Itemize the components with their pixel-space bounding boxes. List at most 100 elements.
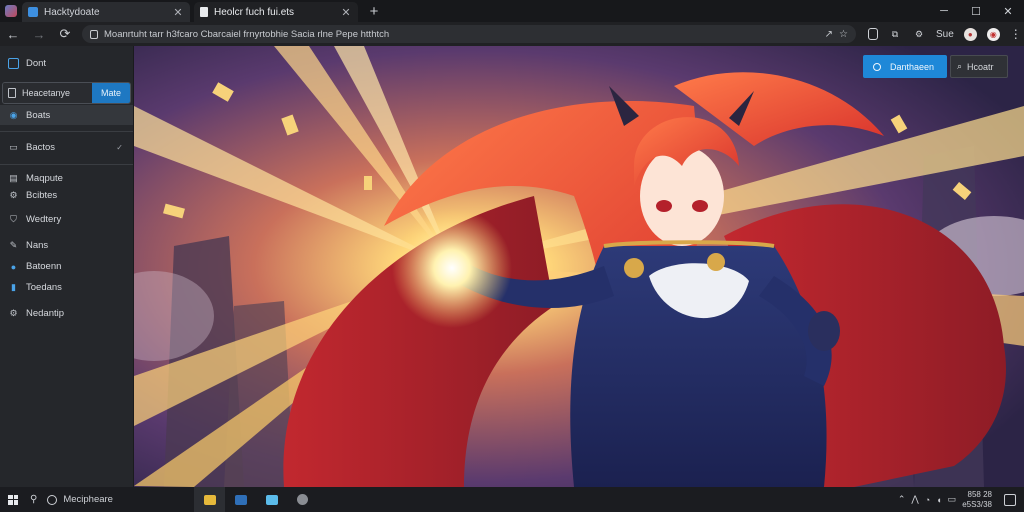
- primary-action-button[interactable]: Danthaeen: [863, 55, 947, 78]
- gold-brooch-right: [707, 253, 725, 271]
- pen-icon: ✎: [9, 240, 18, 250]
- profile-avatar-icon[interactable]: ●: [963, 27, 977, 41]
- share-icon[interactable]: ↗: [825, 29, 833, 40]
- sidebar-item-label: Boats: [26, 109, 51, 121]
- sidebar-item-label: Bcibtes: [26, 190, 58, 201]
- chevron-up-icon[interactable]: ⌃: [898, 494, 906, 505]
- shield-icon: [28, 7, 38, 17]
- sidebar-item-boats[interactable]: ◉ Boats: [0, 105, 133, 125]
- reload-button[interactable]: ⟳: [52, 26, 78, 42]
- hero-illustration: [134, 46, 1024, 487]
- tab-strip: Hacktydoate ✕ Heolcr fuch fui.ets ✕ + ─ …: [0, 0, 1024, 22]
- system-tray: ⌃ ⋀ ◔ ◖ ▭ 858 28 e5S3/38: [898, 490, 1024, 510]
- notification-icon[interactable]: [1004, 493, 1016, 506]
- tab-2[interactable]: Heolcr fuch fui.ets ✕: [194, 2, 358, 22]
- sidebar-item-maqpute[interactable]: ▤ Maqpute: [0, 170, 133, 187]
- wifi-icon[interactable]: ◔: [925, 495, 930, 505]
- magic-orb: [392, 208, 512, 328]
- main-content: Danthaeen ⌕ Hcoatr: [134, 46, 1024, 487]
- sidebar-item-batoenn[interactable]: ● Batoenn: [0, 256, 133, 277]
- close-window-button[interactable]: ✕: [992, 5, 1024, 18]
- chevron-down-icon[interactable]: ✓: [116, 143, 123, 152]
- extensions-area: ⧉ ⚙ Sue ● ◉ ⋮: [868, 27, 1022, 41]
- primary-action-label: Danthaeen: [890, 61, 935, 72]
- taskbar-app-settings[interactable]: [287, 487, 318, 512]
- browser-logo-icon[interactable]: [0, 0, 22, 22]
- sidebar-item-label: Nedantip: [26, 308, 65, 319]
- reading-list-icon[interactable]: [868, 28, 878, 40]
- sidebar-item-label: Wedtery: [26, 214, 62, 225]
- tab-2-label: Heolcr fuch fui.ets: [214, 6, 295, 18]
- tab-1-label: Hacktydoate: [44, 6, 100, 18]
- taskbar-search-label: Mecipheare: [63, 494, 113, 505]
- sidebar: Dont Heacetanye Mate ◉ Boats ▭ Bactos ✓ …: [0, 46, 134, 487]
- menu-dots-icon[interactable]: ⋮: [1010, 27, 1022, 41]
- bookmark-star-icon[interactable]: ☆: [839, 29, 848, 40]
- settings-icon: ⚙: [9, 190, 18, 200]
- gear-icon: ⚙: [9, 308, 18, 318]
- clock-time: 858 28: [967, 489, 992, 499]
- sidebar-top-label: Dont: [26, 57, 47, 69]
- taskbar: ⚲ Mecipheare ⌃ ⋀ ◔ ◖ ▭ 858 28 e5S3/38: [0, 487, 1024, 512]
- sidebar-item-nans[interactable]: ✎ Nans: [0, 235, 133, 256]
- new-tab-button[interactable]: +: [366, 3, 382, 20]
- taskbar-app-store[interactable]: [225, 487, 256, 512]
- gear-icon: [297, 494, 308, 505]
- navigation-bar: ← → ⟳ Moanrtuht tarr h3fcaro Cbarcaiel f…: [0, 22, 1024, 46]
- gold-brooch-left: [624, 258, 644, 278]
- window-controls: ─ ☐ ✕: [928, 5, 1024, 18]
- taskbar-app-browser[interactable]: [256, 487, 287, 512]
- eye-right: [692, 200, 708, 212]
- tab-1-close-icon[interactable]: ✕: [172, 6, 184, 19]
- taskbar-search[interactable]: ⚲ Mecipheare: [30, 494, 190, 505]
- folder-icon: [203, 494, 216, 505]
- extension-label[interactable]: Sue: [936, 29, 954, 40]
- sidebar-search-input[interactable]: Heacetanye: [3, 83, 92, 103]
- extension-puzzle-icon[interactable]: ⧉: [888, 27, 902, 41]
- sidebar-item-wedtery[interactable]: ⛉ Wedtery: [0, 209, 133, 230]
- sidebar-item-label: Maqpute: [26, 173, 63, 184]
- document-icon: ▤: [9, 173, 18, 183]
- search-icon: ⚲: [30, 494, 38, 505]
- sidebar-item-bactos[interactable]: ▭ Bactos ✓: [0, 137, 133, 158]
- tab-1[interactable]: Hacktydoate ✕: [22, 2, 190, 22]
- lock-icon: [90, 29, 98, 39]
- sidebar-item-bcibtes[interactable]: ⚙ Bcibtes: [0, 187, 133, 204]
- clock[interactable]: 858 28 e5S3/38: [962, 490, 992, 510]
- start-button[interactable]: [0, 494, 26, 505]
- sidebar-item-label: Batoenn: [26, 261, 62, 272]
- taskbar-app-explorer[interactable]: [194, 487, 225, 512]
- volume-icon[interactable]: ◖: [936, 495, 941, 505]
- store-icon: [234, 494, 247, 505]
- info-icon: ●: [10, 261, 17, 272]
- clock-date: e5S3/38: [962, 499, 992, 509]
- copilot-icon: [47, 494, 58, 505]
- page-icon: [200, 7, 208, 17]
- url-text[interactable]: Moanrtuht tarr h3fcaro Cbarcaiel frnyrto…: [104, 29, 819, 40]
- search-icon: ⌕: [957, 61, 963, 71]
- sidebar-top-item[interactable]: Dont: [0, 52, 133, 74]
- maximize-button[interactable]: ☐: [960, 5, 992, 18]
- network-icon[interactable]: ⋀: [911, 494, 918, 505]
- secondary-action-button[interactable]: ⌕ Hcoatr: [950, 55, 1008, 78]
- hand-right: [808, 311, 840, 351]
- dashboard-icon: ▭: [9, 142, 18, 152]
- bookmark-icon: ▮: [11, 282, 16, 292]
- battery-icon[interactable]: ▭: [948, 494, 957, 505]
- address-bar[interactable]: Moanrtuht tarr h3fcaro Cbarcaiel frnyrto…: [82, 25, 856, 43]
- sidebar-item-toedans[interactable]: ▮ Toedans: [0, 277, 133, 298]
- sidebar-search-placeholder: Heacetanye: [22, 88, 71, 98]
- sidebar-more-button[interactable]: Mate: [92, 83, 130, 103]
- sidebar-item-nedantip[interactable]: ⚙ Nedantip: [0, 303, 133, 324]
- sidebar-item-label: Bactos: [26, 142, 56, 153]
- forward-button[interactable]: →: [26, 27, 52, 42]
- browser-icon: [265, 494, 278, 505]
- back-button[interactable]: ←: [0, 27, 26, 42]
- shield-icon: ⛉: [10, 214, 17, 224]
- window-icon: [8, 57, 19, 69]
- refresh-icon: [873, 62, 881, 71]
- extension-badge-icon[interactable]: ◉: [986, 27, 1000, 41]
- tab-2-close-icon[interactable]: ✕: [340, 6, 352, 19]
- extension-gear-icon[interactable]: ⚙: [912, 27, 926, 41]
- minimize-button[interactable]: ─: [928, 5, 960, 18]
